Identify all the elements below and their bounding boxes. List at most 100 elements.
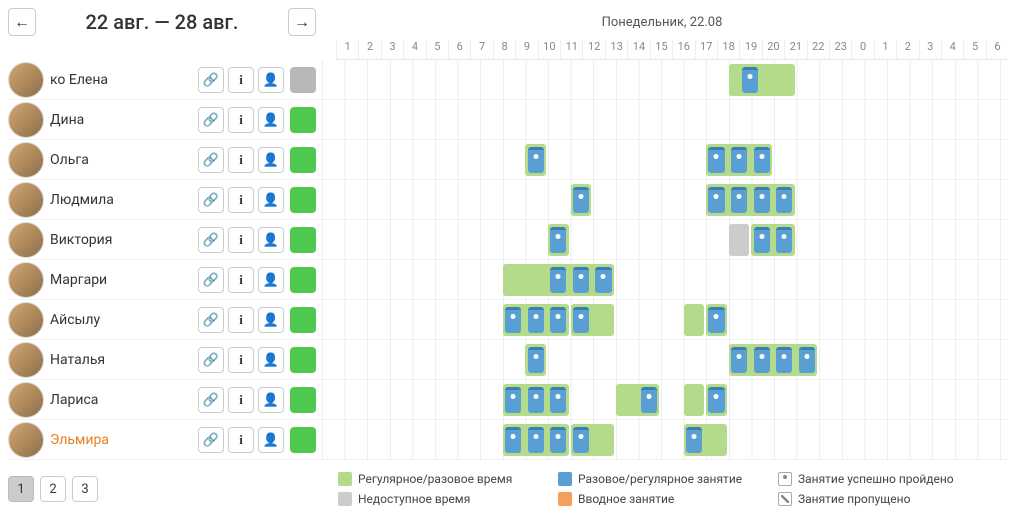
- avatar[interactable]: [8, 422, 44, 458]
- lesson-block[interactable]: [528, 387, 544, 413]
- person-icon[interactable]: 👤: [258, 107, 284, 133]
- lesson-block[interactable]: [573, 427, 589, 453]
- available-block[interactable]: [684, 384, 705, 416]
- link-icon[interactable]: 🔗: [198, 387, 224, 413]
- info-icon[interactable]: i: [228, 67, 254, 93]
- lesson-block[interactable]: [550, 427, 566, 453]
- avatar[interactable]: [8, 222, 44, 258]
- lesson-block[interactable]: [742, 67, 758, 93]
- person-icon[interactable]: 👤: [258, 67, 284, 93]
- lesson-block[interactable]: [799, 347, 815, 373]
- timeline[interactable]: [322, 420, 1008, 460]
- info-icon[interactable]: i: [228, 187, 254, 213]
- timeline[interactable]: [322, 180, 1008, 220]
- link-icon[interactable]: 🔗: [198, 427, 224, 453]
- timeline[interactable]: [322, 140, 1008, 180]
- lesson-block[interactable]: [686, 427, 702, 453]
- lesson-block[interactable]: [641, 387, 657, 413]
- info-icon[interactable]: i: [228, 267, 254, 293]
- person-icon[interactable]: 👤: [258, 427, 284, 453]
- lesson-block[interactable]: [505, 427, 521, 453]
- avatar[interactable]: [8, 302, 44, 338]
- timeline[interactable]: [322, 340, 1008, 380]
- lesson-block[interactable]: [754, 227, 770, 253]
- person-name[interactable]: Виктория: [50, 232, 198, 248]
- lesson-block[interactable]: [776, 347, 792, 373]
- lesson-block[interactable]: [595, 267, 611, 293]
- avatar[interactable]: [8, 102, 44, 138]
- lesson-block[interactable]: [573, 187, 589, 213]
- avatar[interactable]: [8, 62, 44, 98]
- person-icon[interactable]: 👤: [258, 387, 284, 413]
- lesson-block[interactable]: [550, 387, 566, 413]
- person-icon[interactable]: 👤: [258, 147, 284, 173]
- timeline[interactable]: [322, 60, 1008, 100]
- person-name[interactable]: Дина: [50, 112, 198, 128]
- link-icon[interactable]: 🔗: [198, 227, 224, 253]
- person-name[interactable]: ко Елена: [50, 72, 198, 88]
- lesson-block[interactable]: [776, 227, 792, 253]
- info-icon[interactable]: i: [228, 147, 254, 173]
- lesson-block[interactable]: [731, 187, 747, 213]
- lesson-block[interactable]: [573, 267, 589, 293]
- timeline[interactable]: [322, 380, 1008, 420]
- link-icon[interactable]: 🔗: [198, 187, 224, 213]
- lesson-block[interactable]: [505, 387, 521, 413]
- person-name[interactable]: Эльмира: [50, 432, 198, 448]
- lesson-block[interactable]: [754, 187, 770, 213]
- lesson-block[interactable]: [550, 267, 566, 293]
- lesson-block[interactable]: [550, 227, 566, 253]
- lesson-block[interactable]: [528, 427, 544, 453]
- avatar[interactable]: [8, 182, 44, 218]
- lesson-block[interactable]: [550, 307, 566, 333]
- person-name[interactable]: Наталья: [50, 352, 198, 368]
- page-button[interactable]: 3: [72, 476, 98, 502]
- info-icon[interactable]: i: [228, 347, 254, 373]
- info-icon[interactable]: i: [228, 227, 254, 253]
- available-block[interactable]: [684, 304, 705, 336]
- info-icon[interactable]: i: [228, 307, 254, 333]
- timeline[interactable]: [322, 220, 1008, 260]
- available-block[interactable]: [729, 64, 795, 96]
- lesson-block[interactable]: [708, 307, 724, 333]
- lesson-block[interactable]: [754, 347, 770, 373]
- info-icon[interactable]: i: [228, 387, 254, 413]
- page-button[interactable]: 1: [8, 476, 34, 502]
- lesson-block[interactable]: [528, 347, 544, 373]
- next-week-button[interactable]: →: [288, 8, 316, 36]
- info-icon[interactable]: i: [228, 427, 254, 453]
- link-icon[interactable]: 🔗: [198, 347, 224, 373]
- lesson-block[interactable]: [708, 187, 724, 213]
- person-icon[interactable]: 👤: [258, 307, 284, 333]
- person-icon[interactable]: 👤: [258, 267, 284, 293]
- person-name[interactable]: Людмила: [50, 192, 198, 208]
- avatar[interactable]: [8, 382, 44, 418]
- lesson-block[interactable]: [528, 147, 544, 173]
- person-icon[interactable]: 👤: [258, 347, 284, 373]
- lesson-block[interactable]: [708, 387, 724, 413]
- unavailable-block[interactable]: [729, 224, 750, 256]
- person-icon[interactable]: 👤: [258, 187, 284, 213]
- link-icon[interactable]: 🔗: [198, 147, 224, 173]
- link-icon[interactable]: 🔗: [198, 307, 224, 333]
- timeline[interactable]: [322, 100, 1008, 140]
- lesson-block[interactable]: [573, 307, 589, 333]
- person-name[interactable]: Лариса: [50, 392, 198, 408]
- avatar[interactable]: [8, 142, 44, 178]
- lesson-block[interactable]: [528, 307, 544, 333]
- info-icon[interactable]: i: [228, 107, 254, 133]
- timeline[interactable]: [322, 300, 1008, 340]
- page-button[interactable]: 2: [40, 476, 66, 502]
- link-icon[interactable]: 🔗: [198, 67, 224, 93]
- person-name[interactable]: Ольга: [50, 152, 198, 168]
- link-icon[interactable]: 🔗: [198, 107, 224, 133]
- avatar[interactable]: [8, 262, 44, 298]
- timeline[interactable]: [322, 260, 1008, 300]
- lesson-block[interactable]: [731, 147, 747, 173]
- lesson-block[interactable]: [708, 147, 724, 173]
- avatar[interactable]: [8, 342, 44, 378]
- lesson-block[interactable]: [505, 307, 521, 333]
- prev-week-button[interactable]: ←: [8, 8, 36, 36]
- person-name[interactable]: Маргари: [50, 272, 198, 288]
- link-icon[interactable]: 🔗: [198, 267, 224, 293]
